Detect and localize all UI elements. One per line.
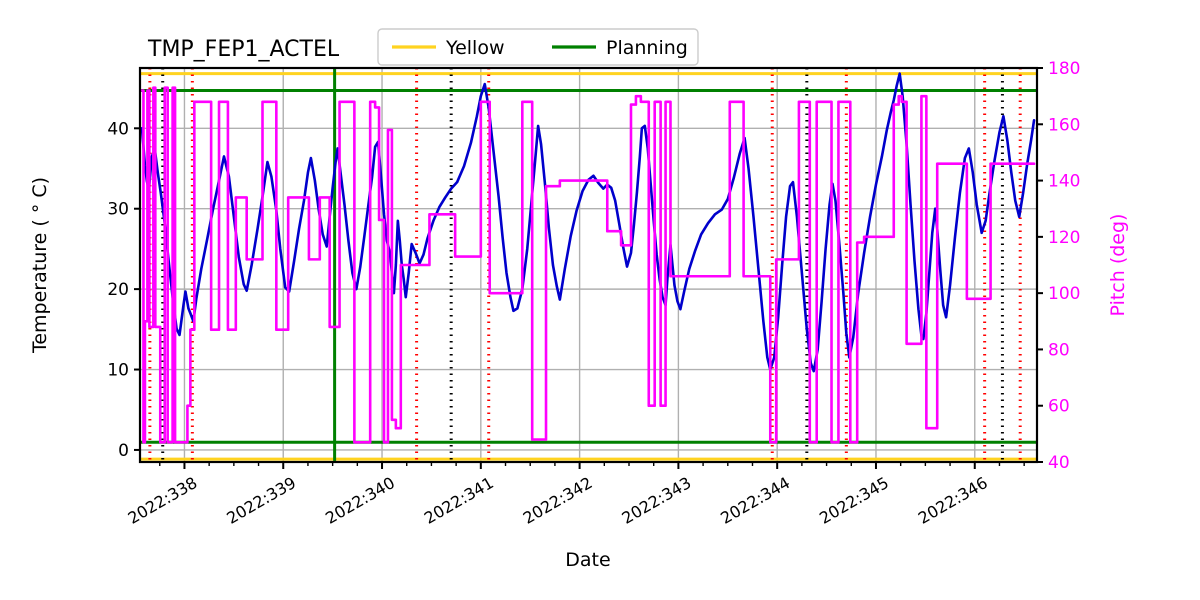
y2-tick-label: 160 xyxy=(1048,115,1080,135)
x-axis-title: Date xyxy=(565,549,610,571)
y2-tick-label: 180 xyxy=(1048,59,1080,79)
y2-tick-label: 80 xyxy=(1048,340,1070,360)
chart-root: 0 10 20 30 40 40 60 80 100 120 140 160 180 2022:338… xyxy=(0,0,1200,600)
chart-legend: Yellow Planning xyxy=(377,28,699,66)
legend-label-yellow: Yellow xyxy=(445,37,505,59)
y2-tick-label: 120 xyxy=(1048,228,1080,248)
y-tick-label: 20 xyxy=(107,280,129,300)
chart-title: TMP_FEP1_ACTEL xyxy=(147,37,340,62)
y2-tick-label: 140 xyxy=(1048,172,1080,192)
y-axis-title: Temperature ( ° C) xyxy=(29,177,51,354)
y-tick-label: 10 xyxy=(107,361,129,381)
legend-label-planning: Planning xyxy=(606,37,688,59)
y2-tick-label: 60 xyxy=(1048,397,1070,417)
y-tick-label: 40 xyxy=(107,119,129,139)
chart-canvas: 010203040 406080100120140160180 2022:338… xyxy=(0,0,1200,600)
y-tick-label: 30 xyxy=(107,200,129,220)
y2-tick-label: 40 xyxy=(1048,453,1070,473)
y2-axis-title: Pitch (deg) xyxy=(1107,214,1129,317)
y2-tick-label: 100 xyxy=(1048,284,1080,304)
y-tick-label: 0 xyxy=(118,441,129,461)
